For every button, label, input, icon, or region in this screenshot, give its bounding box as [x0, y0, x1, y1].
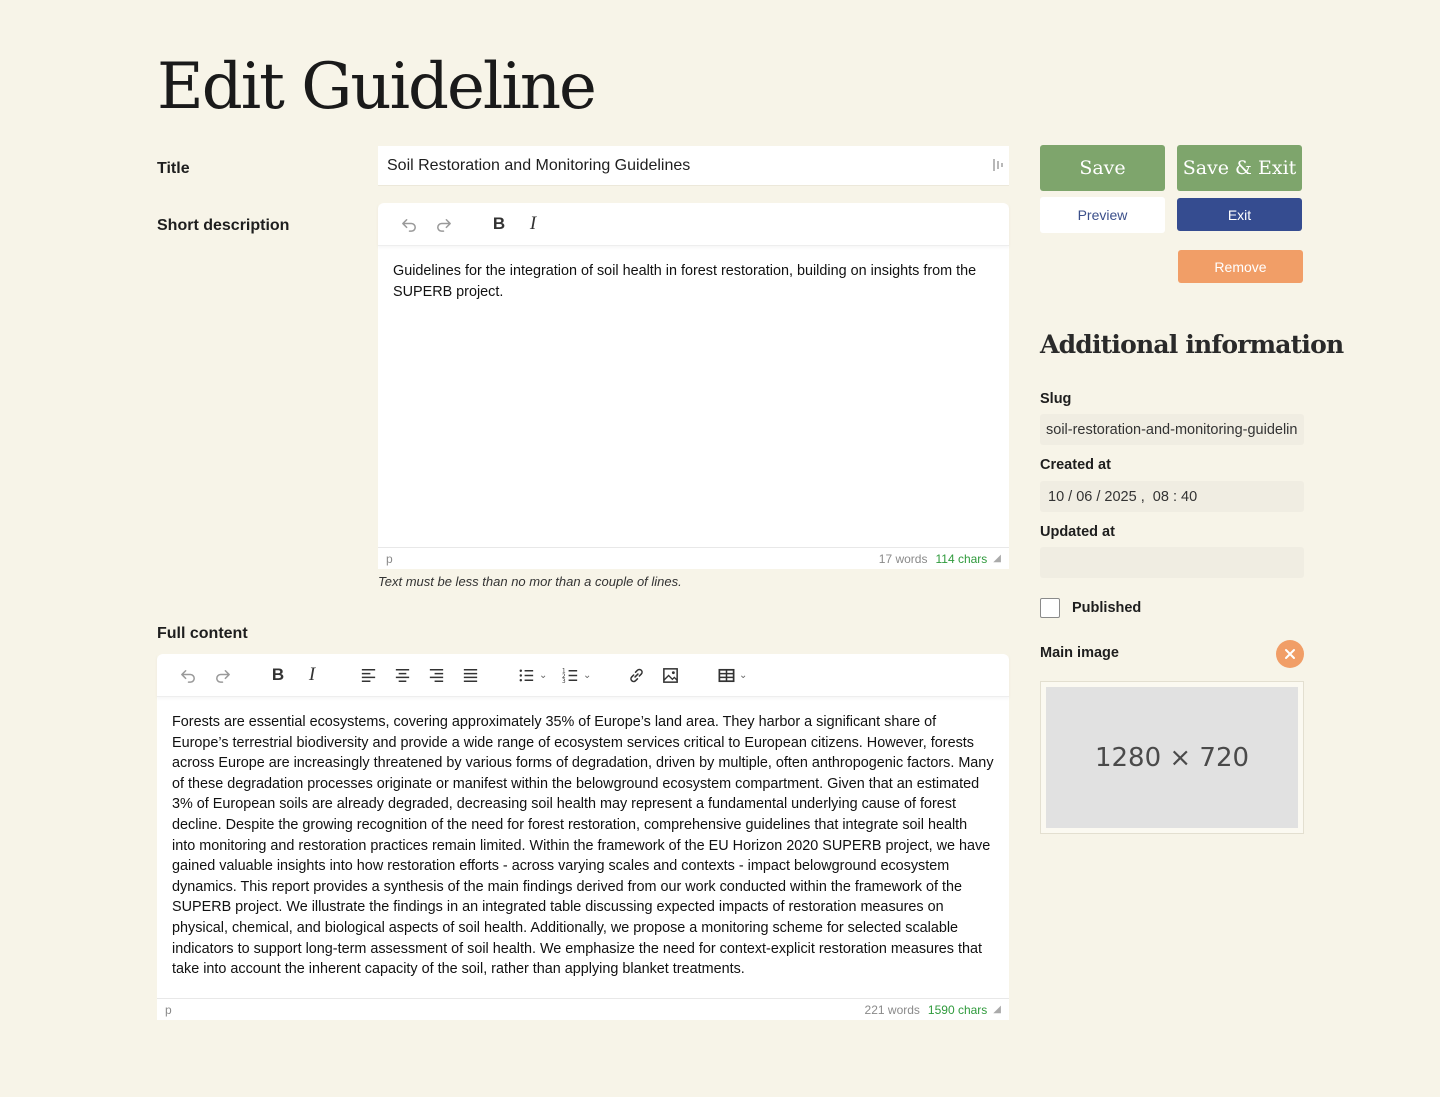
chevron-down-icon[interactable]: ⌄ [583, 670, 597, 681]
char-count: 114 chars [935, 551, 988, 566]
remove-image-button[interactable] [1276, 640, 1304, 668]
preview-button[interactable]: Preview [1040, 197, 1165, 233]
undo-button[interactable] [392, 210, 426, 238]
short-description-hint: Text must be less than no mor than a cou… [378, 574, 682, 589]
title-label: Title [157, 160, 190, 177]
redo-icon [215, 669, 230, 683]
updated-at-label: Updated at [1040, 524, 1115, 540]
updated-at-input[interactable] [1040, 547, 1304, 578]
slug-input[interactable] [1040, 414, 1304, 445]
italic-icon: I [308, 664, 316, 685]
full-content-editor: B I ⌄ 123 ⌄ ⌄ Forests are essential ecos… [157, 654, 1009, 1020]
image-icon [662, 667, 678, 683]
undo-button[interactable] [171, 661, 205, 689]
italic-button[interactable]: I [295, 661, 329, 689]
remove-button[interactable]: Remove [1178, 250, 1303, 283]
numbered-list-icon: 123 [561, 668, 577, 685]
created-at-input[interactable] [1040, 481, 1304, 512]
link-button[interactable] [619, 661, 653, 689]
italic-button[interactable]: I [516, 210, 550, 238]
bullet-list-icon [519, 669, 533, 681]
undo-icon [180, 669, 195, 683]
align-left-icon [361, 668, 375, 682]
align-justify-icon [463, 668, 477, 682]
main-image-placeholder: 1280 × 720 [1046, 687, 1298, 828]
numbered-list-button[interactable]: 123 ⌄ [553, 661, 597, 689]
published-checkbox[interactable] [1040, 598, 1060, 618]
table-icon [718, 668, 734, 682]
bullet-list-button[interactable]: ⌄ [509, 661, 553, 689]
main-image-label: Main image [1040, 645, 1119, 661]
close-icon [1285, 649, 1295, 659]
char-count: 1590 chars [927, 1002, 988, 1017]
link-icon [629, 668, 643, 682]
full-editor-statusbar: p 221 words 1590 chars ◢ [157, 998, 1009, 1020]
main-image-frame[interactable]: 1280 × 720 [1040, 681, 1304, 834]
text-cursor-icon [992, 157, 1004, 173]
full-editor-content[interactable]: Forests are essential ecosystems, coveri… [172, 712, 994, 998]
align-right-icon [429, 668, 443, 682]
image-button[interactable] [653, 661, 687, 689]
bold-button[interactable]: B [482, 210, 516, 238]
align-right-button[interactable] [419, 661, 453, 689]
svg-text:3: 3 [561, 679, 565, 685]
redo-button[interactable] [426, 210, 460, 238]
created-at-label: Created at [1040, 457, 1111, 473]
title-input[interactable] [378, 146, 1009, 186]
additional-information-title: Additional information [1040, 330, 1344, 359]
element-path: p [165, 1002, 172, 1017]
undo-icon [401, 218, 416, 232]
resize-handle-icon[interactable]: ◢ [993, 553, 1001, 564]
italic-icon: I [529, 213, 537, 234]
save-button[interactable]: Save [1040, 145, 1165, 191]
chevron-down-icon[interactable]: ⌄ [539, 670, 553, 681]
chevron-down-icon[interactable]: ⌄ [739, 670, 753, 681]
redo-button[interactable] [205, 661, 239, 689]
page-title: Edit Guideline [157, 50, 597, 124]
short-editor-content[interactable]: Guidelines for the integration of soil h… [393, 261, 994, 543]
word-count: 221 words [864, 1002, 920, 1017]
align-justify-button[interactable] [453, 661, 487, 689]
published-label: Published [1072, 600, 1142, 616]
redo-icon [436, 218, 451, 232]
resize-handle-icon[interactable]: ◢ [993, 1004, 1001, 1015]
bold-icon: B [271, 665, 285, 684]
word-count: 17 words [878, 551, 928, 566]
short-description-label: Short description [157, 217, 290, 234]
save-and-exit-button[interactable]: Save & Exit [1177, 145, 1302, 191]
align-left-button[interactable] [351, 661, 385, 689]
full-content-label: Full content [157, 625, 248, 642]
table-button[interactable]: ⌄ [709, 661, 753, 689]
align-center-icon [395, 668, 409, 682]
align-center-button[interactable] [385, 661, 419, 689]
bold-icon: B [492, 214, 506, 233]
full-editor-toolbar: B I ⌄ 123 ⌄ ⌄ [157, 654, 1009, 697]
short-editor-statusbar: p 17 words 114 chars ◢ [378, 547, 1009, 569]
short-editor-toolbar: B I [378, 203, 1009, 246]
short-description-editor: B I Guidelines for the integration of so… [378, 203, 1009, 569]
slug-label: Slug [1040, 391, 1072, 407]
bold-button[interactable]: B [261, 661, 295, 689]
element-path: p [386, 551, 393, 566]
exit-button[interactable]: Exit [1177, 198, 1302, 231]
